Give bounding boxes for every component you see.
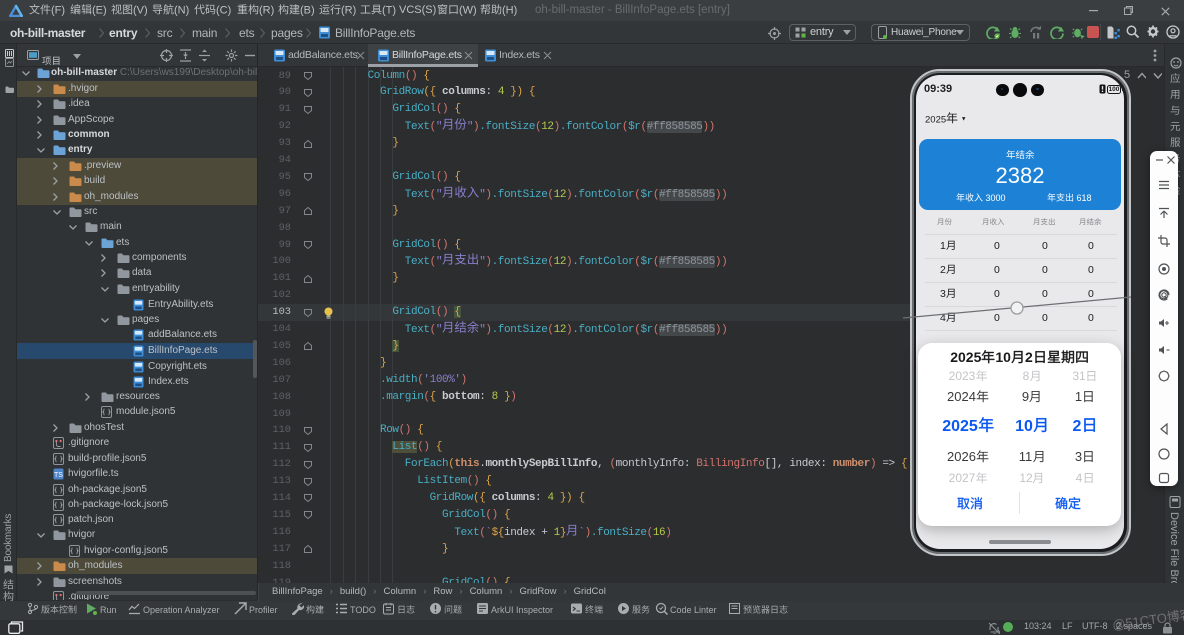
svg-text:TS: TS [54, 472, 63, 479]
